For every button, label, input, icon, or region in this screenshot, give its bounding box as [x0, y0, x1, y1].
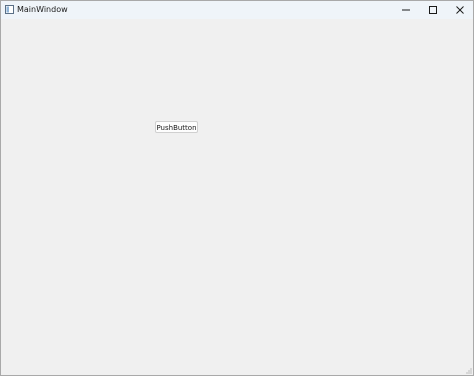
main-window: MainWindow PushButton	[0, 0, 474, 376]
central-widget: PushButton	[1, 19, 473, 375]
minimize-button[interactable]	[392, 1, 420, 19]
window-title: MainWindow	[17, 5, 68, 14]
maximize-button[interactable]	[419, 1, 447, 19]
minimize-icon	[402, 9, 410, 11]
size-grip-icon[interactable]	[465, 367, 472, 374]
title-bar[interactable]: MainWindow	[1, 1, 473, 19]
app-window-icon	[5, 5, 14, 14]
close-icon	[456, 6, 464, 14]
maximize-icon	[429, 6, 437, 14]
close-button[interactable]	[446, 1, 474, 19]
push-button[interactable]: PushButton	[155, 121, 198, 133]
